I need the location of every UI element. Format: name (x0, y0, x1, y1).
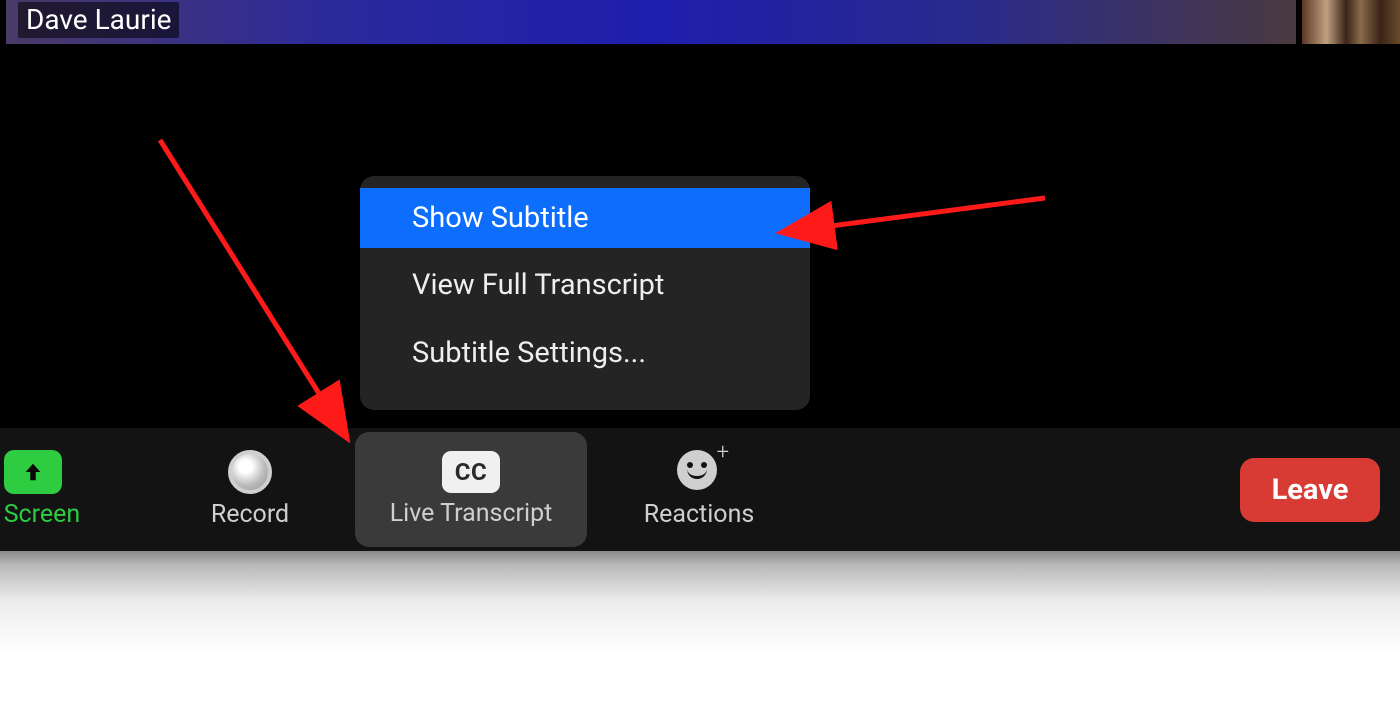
participant-video-tile (6, 0, 1296, 44)
leave-button[interactable]: Leave (1240, 458, 1380, 522)
participant-name-tag: Dave Laurie (18, 2, 179, 38)
record-label: Record (211, 500, 289, 529)
zoom-window: Dave Laurie Show Subtitle View Full Tran… (0, 0, 1400, 551)
share-screen-icon (4, 450, 62, 494)
annotation-arrow-left (140, 130, 380, 464)
leave-label: Leave (1272, 473, 1349, 507)
reactions-icon: + (677, 450, 721, 494)
menu-item-view-full-transcript[interactable]: View Full Transcript (360, 254, 810, 316)
live-transcript-menu: Show Subtitle View Full Transcript Subti… (360, 176, 810, 410)
reactions-label: Reactions (644, 500, 755, 529)
participant-video-edge (1302, 0, 1400, 44)
menu-item-label: Show Subtitle (412, 201, 589, 235)
menu-item-label: View Full Transcript (412, 268, 664, 302)
live-transcript-label: Live Transcript (390, 499, 553, 528)
page-background-fade (0, 551, 1400, 722)
menu-item-label: Subtitle Settings... (412, 336, 646, 370)
cc-icon: CC (442, 451, 500, 493)
plus-icon: + (717, 440, 729, 465)
share-screen-label: re Screen (0, 500, 80, 529)
record-icon (228, 450, 272, 494)
record-button[interactable]: Record (185, 428, 315, 551)
meeting-toolbar: re Screen Record CC Live Transcript + (0, 428, 1400, 551)
reactions-button[interactable]: + Reactions (614, 428, 784, 551)
live-transcript-button[interactable]: CC Live Transcript (355, 432, 587, 547)
annotation-arrow-right (770, 190, 1060, 254)
menu-item-subtitle-settings[interactable]: Subtitle Settings... (360, 322, 810, 384)
menu-item-show-subtitle[interactable]: Show Subtitle (360, 188, 810, 248)
share-screen-button[interactable]: re Screen (0, 428, 108, 551)
participant-video-strip: Dave Laurie (0, 0, 1400, 44)
